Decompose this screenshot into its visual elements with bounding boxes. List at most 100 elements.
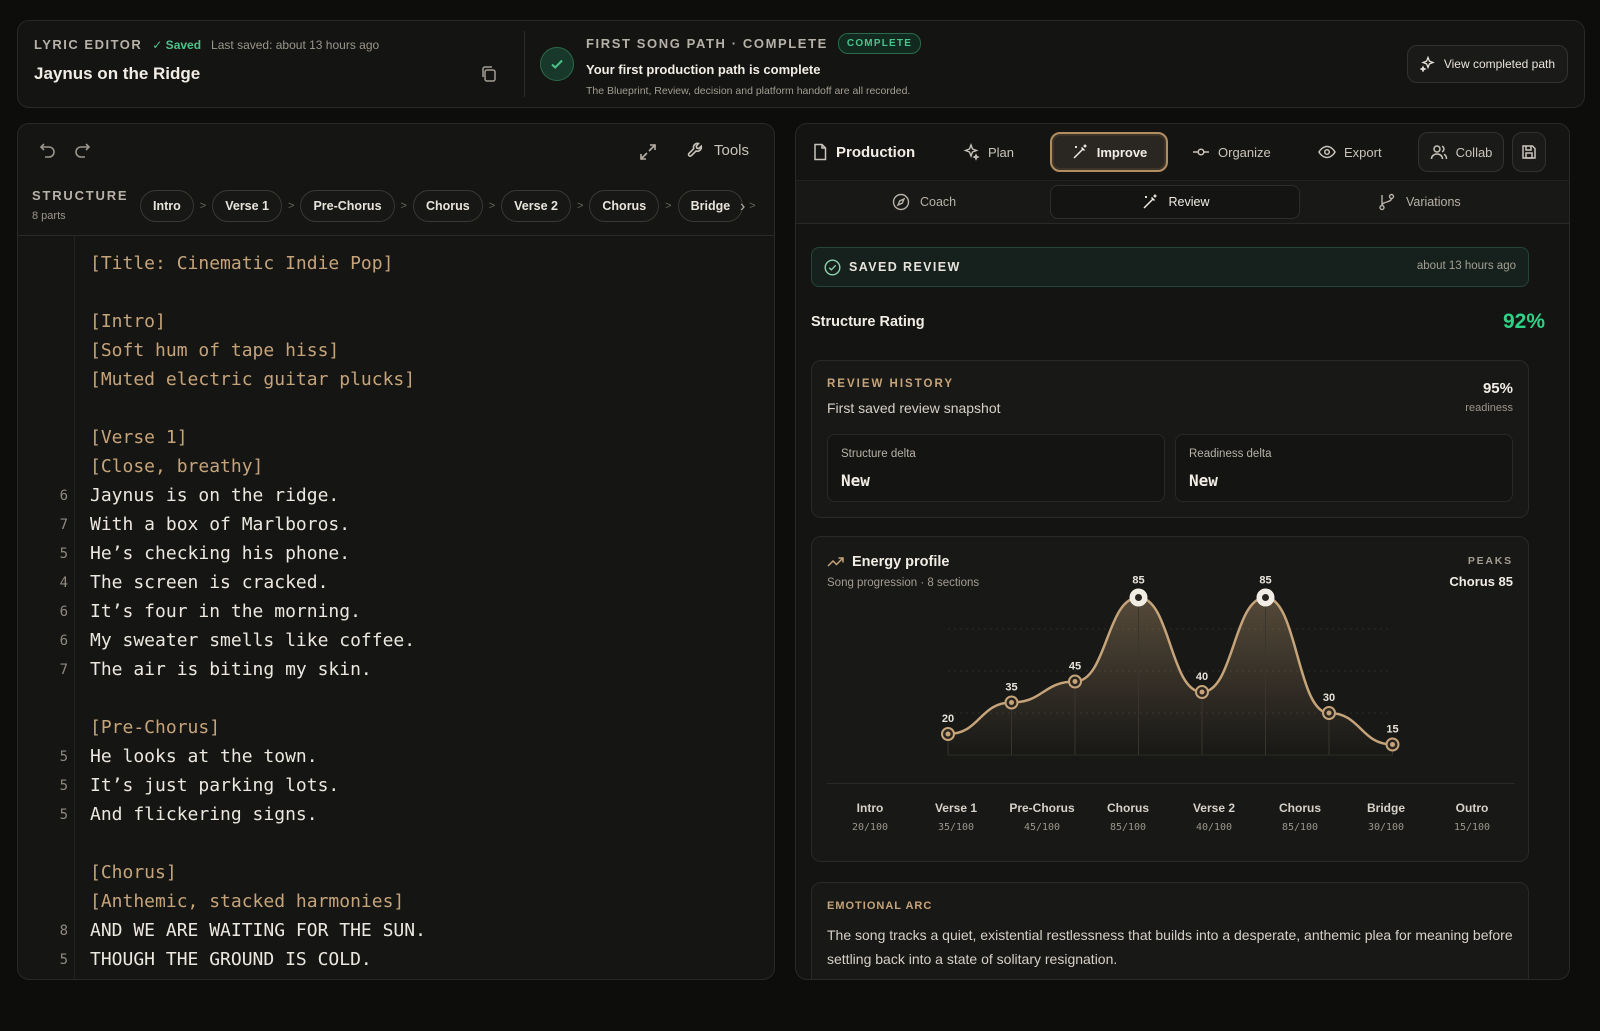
tab-production[interactable]: Production xyxy=(812,132,915,172)
readiness-delta-label: Readiness delta xyxy=(1189,448,1272,460)
expand-icon[interactable] xyxy=(638,142,658,167)
tab-improve[interactable]: Improve xyxy=(1050,132,1168,172)
structure-count: 8 parts xyxy=(32,210,66,222)
syllable-count: 6 xyxy=(59,633,68,649)
structure-pill[interactable]: Bridge xyxy=(677,190,744,222)
saved-review-time: about 13 hours ago xyxy=(1416,260,1516,272)
path-description: The Blueprint, Review, decision and plat… xyxy=(586,85,911,97)
structure-separator-icon: > xyxy=(199,200,207,212)
collab-button[interactable]: Collab xyxy=(1418,132,1504,172)
commit-icon xyxy=(1193,148,1209,156)
review-history-card: REVIEW HISTORY First saved review snapsh… xyxy=(811,360,1529,518)
data-label: 15 xyxy=(1386,724,1398,736)
syllable-count: 5 xyxy=(59,778,68,794)
line-text: He’s checking his phone. xyxy=(90,543,351,564)
path-status: FIRST SONG PATH · COMPLETE COMPLETE Your… xyxy=(586,33,1186,97)
line-text: AND WE ARE WAITING FOR THE SUN. xyxy=(90,920,426,941)
lyric-editor-panel: Tools STRUCTURE 8 parts Intro > Verse 1 > Pr… xyxy=(17,123,775,980)
structure-pill[interactable]: Pre-Chorus xyxy=(300,190,395,222)
structure-rating-value: 92% xyxy=(1502,310,1545,333)
subtab-coach[interactable]: Coach xyxy=(892,185,956,219)
structure-rating-label: Structure Rating xyxy=(811,314,925,330)
energy-chart: 20 35 45 85 40 85 30 15 xyxy=(941,575,1400,756)
collab-label: Collab xyxy=(1455,144,1493,160)
section-score: 85/100 xyxy=(1281,822,1319,833)
structure-pill[interactable]: Verse 1 xyxy=(212,190,283,222)
subtab-variations[interactable]: Variations xyxy=(1378,185,1461,219)
magic-wand-icon xyxy=(1073,144,1087,159)
section-tag-line: [Intro] xyxy=(18,310,774,339)
line-text: [Chorus] xyxy=(90,862,177,883)
editor-toolbar: Tools xyxy=(18,124,774,180)
line-text: [Verse 1] xyxy=(90,427,188,448)
undo-icon[interactable] xyxy=(36,142,56,165)
lyric-line: 8 AND WE ARE WAITING FOR THE SUN. xyxy=(18,919,774,948)
structure-delta-label: Structure delta xyxy=(841,448,916,460)
structure-pill[interactable]: Chorus xyxy=(412,190,483,222)
section-tag-line: [Pre-Chorus] xyxy=(18,716,774,745)
review-history-label: REVIEW HISTORY xyxy=(827,378,955,390)
lyric-line: 4 The screen is cracked. xyxy=(18,571,774,600)
section-tag-line: [Verse 1] xyxy=(18,426,774,455)
view-completed-path-button[interactable]: View completed path xyxy=(1406,45,1568,83)
tab-improve-label: Improve xyxy=(1096,144,1148,160)
tools-label: Tools xyxy=(714,141,750,159)
section-score: 30/100 xyxy=(1367,822,1405,833)
section-score: 35/100 xyxy=(937,822,975,833)
branch-icon xyxy=(1379,193,1395,211)
data-point-center xyxy=(1009,700,1014,705)
line-text: [Soft hum of tape hiss] xyxy=(90,340,340,361)
structure-separator-icon: > xyxy=(488,200,496,212)
section-score: 45/100 xyxy=(1023,822,1061,833)
line-text: My sweater smells like coffee. xyxy=(90,630,416,651)
copy-icon[interactable] xyxy=(480,65,498,83)
section-score: 85/100 xyxy=(1109,822,1147,833)
data-point-center xyxy=(945,731,951,737)
section-label: Verse 1 35/100 xyxy=(913,801,999,833)
section-name: Chorus xyxy=(1107,801,1149,815)
structure-pill[interactable]: Intro xyxy=(140,190,194,222)
save-icon[interactable] xyxy=(1512,132,1546,172)
tab-export[interactable]: Export xyxy=(1318,132,1382,172)
data-label: 85 xyxy=(1259,575,1271,587)
saved-review-banner: SAVED REVIEW about 13 hours ago xyxy=(811,247,1529,287)
syllable-count: 5 xyxy=(59,952,68,968)
lyric-line: 6 My sweater smells like coffee. xyxy=(18,629,774,658)
tools-button[interactable]: Tools xyxy=(686,140,749,160)
tab-plan[interactable]: Plan xyxy=(962,132,1014,172)
structure-pill[interactable]: Chorus xyxy=(589,190,660,222)
syllable-count: 4 xyxy=(59,575,68,591)
lyric-line: 6 It’s four in the morning. xyxy=(18,600,774,629)
data-label: 20 xyxy=(942,713,954,725)
section-label: Chorus 85/100 xyxy=(1257,801,1343,833)
chevron-right-icon[interactable]: › xyxy=(740,198,745,216)
line-text: [Close, breathy] xyxy=(90,456,264,477)
lyric-line: 5 He looks at the town. xyxy=(18,745,774,774)
data-point-center xyxy=(1135,594,1142,601)
redo-icon[interactable] xyxy=(74,142,94,165)
data-point-center xyxy=(1199,689,1205,695)
section-label: Pre-Chorus 45/100 xyxy=(999,801,1085,833)
line-text: He looks at the town. xyxy=(90,746,318,767)
wrench-icon xyxy=(687,142,703,157)
section-tag-line: [Anthemic, stacked harmonies] xyxy=(18,890,774,919)
readiness-caption: readiness xyxy=(1465,402,1513,414)
readiness-value: 95% xyxy=(1482,380,1513,397)
sparkle-icon xyxy=(1419,56,1435,72)
structure-pill[interactable]: Verse 2 xyxy=(501,190,571,222)
section-name: Bridge xyxy=(1366,801,1405,815)
structure-separator-icon: > xyxy=(400,200,407,212)
panel-tabs: Production Plan Improve Organize Export … xyxy=(796,124,1569,180)
chart-divider xyxy=(827,783,1515,784)
section-tag-line: [Close, breathy] xyxy=(18,455,774,484)
structure-bar: STRUCTURE 8 parts Intro > Verse 1 > Pre-Chor… xyxy=(18,180,774,236)
section-score: 40/100 xyxy=(1195,822,1233,833)
section-name: Verse 2 xyxy=(1192,801,1236,815)
readiness-delta-value: New xyxy=(1189,471,1218,490)
tab-organize[interactable]: Organize xyxy=(1192,132,1271,172)
section-score: 15/100 xyxy=(1453,822,1491,833)
subtab-review[interactable]: Review xyxy=(1050,185,1300,219)
subtab-review-label: Review xyxy=(1168,195,1210,209)
